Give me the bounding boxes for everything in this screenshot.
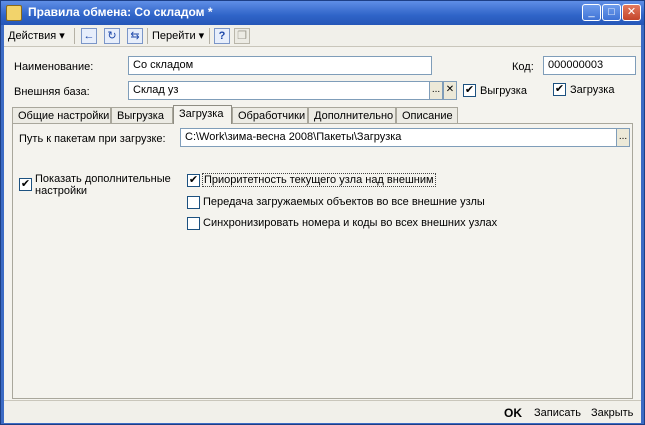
- option-checkbox-transfer[interactable]: [187, 196, 200, 209]
- tab-import[interactable]: Загрузка: [173, 105, 232, 124]
- browse-button[interactable]: ...: [616, 128, 630, 147]
- tab-general-settings[interactable]: Общие настройки: [12, 107, 111, 124]
- form-icon: [6, 5, 22, 21]
- minimize-button[interactable]: _: [582, 4, 601, 21]
- import-checkbox[interactable]: ✔: [553, 83, 566, 96]
- tab-export[interactable]: Выгрузка: [111, 107, 173, 124]
- close-button[interactable]: Закрыть: [591, 405, 633, 421]
- import-tab-panel: Путь к пакетам при загрузке: C:\Work\зим…: [12, 123, 633, 399]
- show-additional-checkbox[interactable]: ✔: [19, 178, 32, 191]
- toolbar-separator: [74, 28, 75, 44]
- toolbar-separator: [209, 28, 210, 44]
- dialog-window: Правила обмена: Со складом * _ □ ✕ Дейст…: [0, 0, 645, 425]
- chevron-down-icon: ▾: [59, 30, 65, 42]
- clear-icon[interactable]: ✕: [443, 81, 457, 100]
- path-field[interactable]: C:\Work\зима-весна 2008\Пакеты\Загрузка: [180, 128, 617, 147]
- export-checkbox[interactable]: ✔: [463, 84, 476, 97]
- show-additional-label-line1: Показать дополнительные: [35, 173, 171, 185]
- goto-menu[interactable]: Перейти ▾: [152, 28, 204, 44]
- name-field[interactable]: Со складом: [128, 56, 432, 75]
- tab-additional[interactable]: Дополнительно: [308, 107, 396, 124]
- show-additional-label-line2: настройки: [35, 185, 88, 197]
- chevron-down-icon: ▾: [198, 30, 205, 42]
- goto-menu-label: Перейти: [152, 30, 196, 42]
- option-checkbox-sync[interactable]: [187, 217, 200, 230]
- toolbar-separator: [147, 28, 148, 44]
- export-label: Выгрузка: [480, 85, 527, 97]
- close-window-button[interactable]: ✕: [622, 4, 641, 21]
- option-checkbox-priority[interactable]: ✔: [187, 174, 200, 187]
- bottom-button-bar: OK Записать Закрыть: [4, 400, 641, 423]
- copy-icon[interactable]: ❐: [234, 28, 250, 44]
- path-label: Путь к пакетам при загрузке:: [19, 133, 166, 145]
- option-label-priority: Приоритетность текущего узла над внешним: [202, 173, 436, 187]
- window-title: Правила обмена: Со складом *: [28, 5, 213, 19]
- select-button[interactable]: ...: [429, 81, 443, 100]
- tab-description[interactable]: Описание: [396, 107, 458, 124]
- ok-button[interactable]: OK: [504, 405, 522, 421]
- import-label: Загрузка: [570, 84, 615, 96]
- option-label-transfer: Передача загружаемых объектов во все вне…: [203, 196, 485, 208]
- show-additional-label: Показать дополнительные настройки: [35, 173, 171, 197]
- tab-strip: Общие настройки Выгрузка Загрузка Обрабо…: [12, 105, 633, 124]
- back-arrow-icon[interactable]: ←: [81, 28, 97, 44]
- name-label: Наименование:: [14, 61, 94, 73]
- transfer-icon[interactable]: ⇆: [127, 28, 143, 44]
- form-client-area: Действия ▾ ← ↻ ⇆ Перейти ▾ ? ❐ Наименова…: [4, 25, 641, 423]
- refresh-icon[interactable]: ↻: [104, 28, 120, 44]
- tab-handlers[interactable]: Обработчики: [232, 107, 308, 124]
- option-label-sync: Синхронизировать номера и коды во всех в…: [203, 217, 498, 229]
- code-field[interactable]: 000000003: [543, 56, 636, 75]
- toolbar: Действия ▾ ← ↻ ⇆ Перейти ▾ ? ❐: [4, 25, 641, 47]
- external-base-field[interactable]: Склад уз: [128, 81, 430, 100]
- actions-menu[interactable]: Действия ▾: [8, 28, 65, 44]
- title-bar[interactable]: Правила обмена: Со складом * _ □ ✕: [1, 1, 644, 25]
- actions-menu-label: Действия: [8, 30, 57, 42]
- help-icon[interactable]: ?: [214, 28, 230, 44]
- external-base-label: Внешняя база:: [14, 86, 90, 98]
- save-button[interactable]: Записать: [534, 405, 581, 421]
- maximize-button[interactable]: □: [602, 4, 621, 21]
- code-label: Код:: [512, 61, 534, 73]
